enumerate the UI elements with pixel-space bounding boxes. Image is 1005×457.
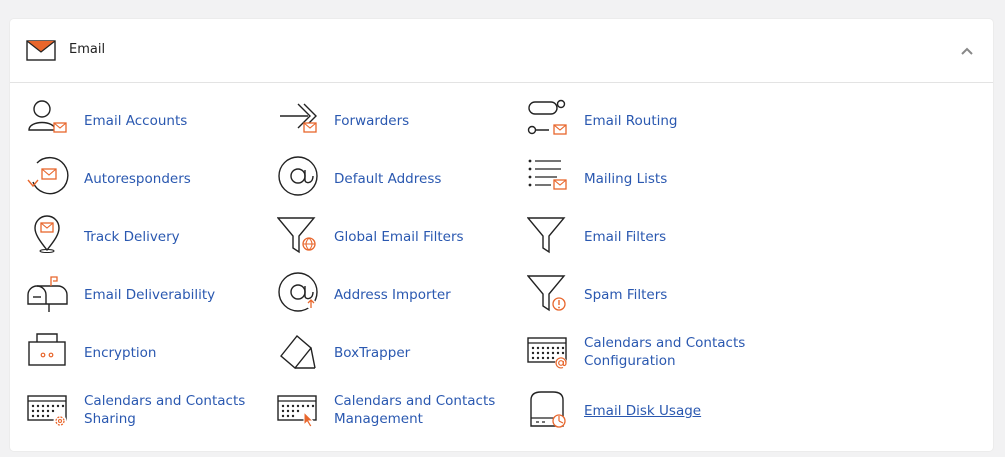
item-label: Email Routing — [584, 113, 678, 129]
item-encryption[interactable]: Encryption — [27, 325, 277, 373]
item-label-line2: Sharing — [84, 411, 136, 427]
item-label-line2: Configuration — [584, 353, 676, 369]
item-mailing-lists[interactable]: Mailing Lists — [527, 151, 777, 199]
panel-title: Email — [69, 42, 106, 57]
location-pin-icon — [34, 215, 60, 253]
at-sign-icon — [278, 156, 318, 196]
envelope-icon — [26, 40, 56, 61]
funnel-globe-icon — [277, 217, 316, 254]
item-label: BoxTrapper — [334, 345, 411, 361]
item-calendars-contacts-configuration[interactable]: Calendars and Contacts Configuration — [527, 325, 777, 373]
item-spam-filters[interactable]: Spam Filters — [527, 267, 777, 315]
item-default-address[interactable]: Default Address — [277, 151, 527, 199]
autoresponder-icon — [27, 156, 69, 195]
box-trap-icon — [280, 334, 316, 370]
item-email-routing[interactable]: Email Routing — [527, 93, 777, 141]
item-track-delivery[interactable]: Track Delivery — [27, 209, 277, 257]
item-label-line1: Calendars and Contacts — [334, 393, 496, 409]
disk-usage-icon — [530, 391, 566, 428]
item-label: Email Disk Usage — [584, 403, 702, 419]
keyboard-cursor-icon — [277, 395, 317, 428]
at-import-icon — [278, 272, 318, 312]
mailbox-icon — [27, 276, 68, 312]
item-address-importer[interactable]: Address Importer — [277, 267, 527, 315]
item-label: Autoresponders — [84, 171, 191, 187]
funnel-icon — [527, 217, 566, 254]
item-label-line2: Management — [334, 411, 423, 427]
item-label: Email Deliverability — [84, 287, 216, 303]
item-label: Email Accounts — [84, 113, 188, 129]
item-autoresponders[interactable]: Autoresponders — [27, 151, 277, 199]
item-label: Spam Filters — [584, 287, 668, 303]
routing-icon — [527, 99, 567, 135]
item-label: Default Address — [334, 171, 442, 187]
keyboard-gear-icon — [27, 395, 67, 428]
item-label: Email Filters — [584, 229, 667, 245]
item-label: Calendars and Contacts Sharing — [84, 392, 245, 428]
item-label: Encryption — [84, 345, 157, 361]
item-email-filters[interactable]: Email Filters — [527, 209, 777, 257]
item-label: Mailing Lists — [584, 171, 668, 187]
item-label: Global Email Filters — [334, 229, 464, 245]
item-forwarders[interactable]: Forwarders — [277, 93, 527, 141]
keyboard-at-icon — [527, 337, 567, 369]
item-boxtrapper[interactable]: BoxTrapper — [277, 325, 527, 373]
item-label: Forwarders — [334, 113, 410, 129]
item-label: Address Importer — [334, 287, 451, 303]
item-email-deliverability[interactable]: Email Deliverability — [27, 267, 277, 315]
user-mail-icon — [28, 100, 67, 133]
item-calendars-contacts-management[interactable]: Calendars and Contacts Management — [277, 383, 527, 431]
item-label-line1: Calendars and Contacts — [84, 393, 246, 409]
item-label: Calendars and Contacts Management — [334, 392, 495, 428]
item-label: Calendars and Contacts Configuration — [584, 334, 745, 370]
item-label-line1: Calendars and Contacts — [584, 335, 746, 351]
item-global-email-filters[interactable]: Global Email Filters — [277, 209, 527, 257]
forward-arrow-icon — [280, 103, 317, 133]
email-panel: Email Email Accounts Forwarders Email Ro… — [10, 19, 993, 451]
key-card-icon — [28, 333, 66, 366]
panel-header[interactable]: Email — [10, 19, 993, 83]
item-email-disk-usage[interactable]: Email Disk Usage — [527, 383, 777, 431]
funnel-alert-icon — [527, 275, 566, 312]
item-label: Track Delivery — [84, 229, 180, 245]
chevron-up-icon[interactable] — [955, 39, 979, 63]
item-email-accounts[interactable]: Email Accounts — [27, 93, 277, 141]
item-calendars-contacts-sharing[interactable]: Calendars and Contacts Sharing — [27, 383, 277, 431]
list-mail-icon — [528, 159, 567, 190]
